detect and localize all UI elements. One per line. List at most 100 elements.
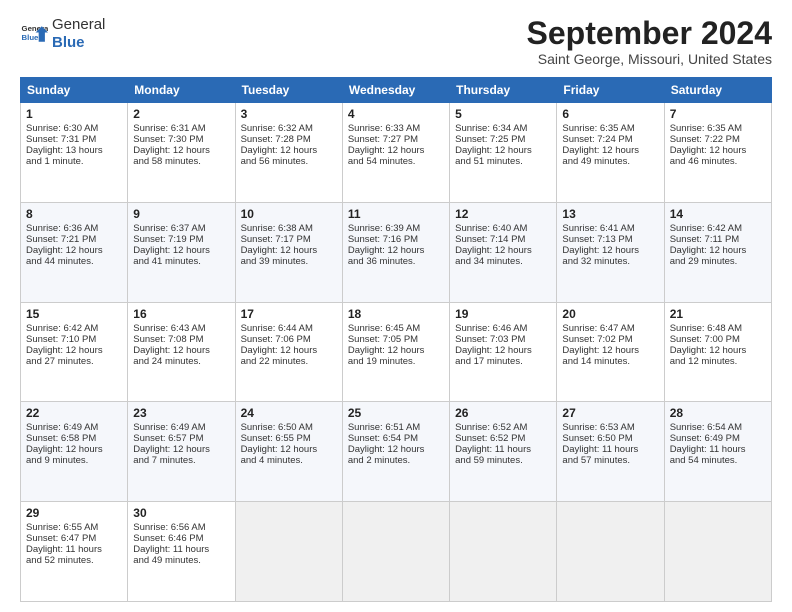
- day-info-line: Sunset: 7:17 PM: [241, 234, 337, 245]
- table-row: 13Sunrise: 6:41 AMSunset: 7:13 PMDayligh…: [557, 202, 664, 302]
- day-info-line: Sunset: 6:57 PM: [133, 433, 229, 444]
- day-info-line: Sunrise: 6:36 AM: [26, 223, 122, 234]
- day-info-line: and 49 minutes.: [133, 555, 229, 566]
- day-number: 9: [133, 207, 229, 221]
- day-info-line: and 32 minutes.: [562, 256, 658, 267]
- day-number: 7: [670, 107, 766, 121]
- day-number: 22: [26, 406, 122, 420]
- table-row: [450, 502, 557, 602]
- day-info-line: Sunset: 6:58 PM: [26, 433, 122, 444]
- day-number: 11: [348, 207, 444, 221]
- table-row: 28Sunrise: 6:54 AMSunset: 6:49 PMDayligh…: [664, 402, 771, 502]
- logo: General Blue General Blue: [20, 16, 105, 52]
- day-info-line: Daylight: 11 hours: [670, 444, 766, 455]
- day-info-line: Sunset: 7:05 PM: [348, 334, 444, 345]
- table-row: 7Sunrise: 6:35 AMSunset: 7:22 PMDaylight…: [664, 103, 771, 203]
- logo-icon: General Blue: [20, 20, 48, 48]
- day-info-line: Sunrise: 6:39 AM: [348, 223, 444, 234]
- day-info-line: Daylight: 12 hours: [241, 245, 337, 256]
- day-info-line: Daylight: 11 hours: [133, 544, 229, 555]
- day-info-line: Sunrise: 6:53 AM: [562, 422, 658, 433]
- day-info-line: and 29 minutes.: [670, 256, 766, 267]
- day-info-line: Sunset: 6:47 PM: [26, 533, 122, 544]
- day-info-line: and 54 minutes.: [348, 156, 444, 167]
- day-number: 5: [455, 107, 551, 121]
- table-row: 24Sunrise: 6:50 AMSunset: 6:55 PMDayligh…: [235, 402, 342, 502]
- table-row: 2Sunrise: 6:31 AMSunset: 7:30 PMDaylight…: [128, 103, 235, 203]
- col-sunday: Sunday: [21, 78, 128, 103]
- day-info-line: Sunrise: 6:49 AM: [26, 422, 122, 433]
- calendar-row: 1Sunrise: 6:30 AMSunset: 7:31 PMDaylight…: [21, 103, 772, 203]
- table-row: 19Sunrise: 6:46 AMSunset: 7:03 PMDayligh…: [450, 302, 557, 402]
- day-info-line: Sunset: 6:50 PM: [562, 433, 658, 444]
- day-info-line: and 34 minutes.: [455, 256, 551, 267]
- day-info-line: Sunrise: 6:51 AM: [348, 422, 444, 433]
- day-info-line: and 59 minutes.: [455, 455, 551, 466]
- day-info-line: Sunset: 7:16 PM: [348, 234, 444, 245]
- day-info-line: Sunset: 6:49 PM: [670, 433, 766, 444]
- col-saturday: Saturday: [664, 78, 771, 103]
- day-info-line: Sunset: 7:21 PM: [26, 234, 122, 245]
- day-info-line: Sunset: 7:08 PM: [133, 334, 229, 345]
- day-info-line: Daylight: 12 hours: [26, 345, 122, 356]
- day-info-line: Daylight: 12 hours: [133, 245, 229, 256]
- day-info-line: Sunset: 6:52 PM: [455, 433, 551, 444]
- table-row: 12Sunrise: 6:40 AMSunset: 7:14 PMDayligh…: [450, 202, 557, 302]
- day-number: 12: [455, 207, 551, 221]
- day-info-line: Daylight: 13 hours: [26, 145, 122, 156]
- day-info-line: Sunrise: 6:33 AM: [348, 123, 444, 134]
- day-info-line: Sunset: 7:13 PM: [562, 234, 658, 245]
- day-number: 8: [26, 207, 122, 221]
- header: General Blue General Blue September 2024…: [20, 16, 772, 67]
- day-info-line: Sunset: 7:27 PM: [348, 134, 444, 145]
- day-info-line: and 49 minutes.: [562, 156, 658, 167]
- day-info-line: Daylight: 12 hours: [26, 245, 122, 256]
- day-info-line: Daylight: 12 hours: [670, 245, 766, 256]
- day-number: 26: [455, 406, 551, 420]
- day-info-line: and 22 minutes.: [241, 356, 337, 367]
- day-info-line: and 19 minutes.: [348, 356, 444, 367]
- day-info-line: Sunrise: 6:37 AM: [133, 223, 229, 234]
- day-info-line: and 46 minutes.: [670, 156, 766, 167]
- table-row: 21Sunrise: 6:48 AMSunset: 7:00 PMDayligh…: [664, 302, 771, 402]
- logo-line2: Blue: [52, 34, 105, 52]
- day-number: 15: [26, 307, 122, 321]
- day-info-line: Sunrise: 6:40 AM: [455, 223, 551, 234]
- table-row: 22Sunrise: 6:49 AMSunset: 6:58 PMDayligh…: [21, 402, 128, 502]
- day-info-line: Sunrise: 6:52 AM: [455, 422, 551, 433]
- day-info-line: Sunrise: 6:43 AM: [133, 323, 229, 334]
- day-info-line: and 52 minutes.: [26, 555, 122, 566]
- table-row: 3Sunrise: 6:32 AMSunset: 7:28 PMDaylight…: [235, 103, 342, 203]
- table-row: 6Sunrise: 6:35 AMSunset: 7:24 PMDaylight…: [557, 103, 664, 203]
- day-info-line: Daylight: 12 hours: [670, 345, 766, 356]
- day-info-line: Sunrise: 6:32 AM: [241, 123, 337, 134]
- day-number: 3: [241, 107, 337, 121]
- day-info-line: and 41 minutes.: [133, 256, 229, 267]
- day-number: 29: [26, 506, 122, 520]
- day-info-line: Sunset: 7:00 PM: [670, 334, 766, 345]
- day-info-line: Daylight: 12 hours: [562, 345, 658, 356]
- table-row: 5Sunrise: 6:34 AMSunset: 7:25 PMDaylight…: [450, 103, 557, 203]
- day-info-line: Sunset: 7:22 PM: [670, 134, 766, 145]
- day-info-line: Daylight: 12 hours: [455, 245, 551, 256]
- table-row: [235, 502, 342, 602]
- day-number: 19: [455, 307, 551, 321]
- day-number: 25: [348, 406, 444, 420]
- calendar-header-row: Sunday Monday Tuesday Wednesday Thursday…: [21, 78, 772, 103]
- day-info-line: and 7 minutes.: [133, 455, 229, 466]
- day-info-line: and 2 minutes.: [348, 455, 444, 466]
- table-row: 17Sunrise: 6:44 AMSunset: 7:06 PMDayligh…: [235, 302, 342, 402]
- day-info-line: Sunset: 6:54 PM: [348, 433, 444, 444]
- day-info-line: Sunrise: 6:35 AM: [562, 123, 658, 134]
- day-number: 13: [562, 207, 658, 221]
- day-info-line: Sunrise: 6:31 AM: [133, 123, 229, 134]
- day-number: 14: [670, 207, 766, 221]
- day-number: 2: [133, 107, 229, 121]
- day-info-line: and 4 minutes.: [241, 455, 337, 466]
- day-number: 17: [241, 307, 337, 321]
- day-info-line: Daylight: 12 hours: [348, 245, 444, 256]
- day-info-line: Sunrise: 6:42 AM: [26, 323, 122, 334]
- day-info-line: Sunrise: 6:34 AM: [455, 123, 551, 134]
- table-row: 1Sunrise: 6:30 AMSunset: 7:31 PMDaylight…: [21, 103, 128, 203]
- day-info-line: Sunset: 7:28 PM: [241, 134, 337, 145]
